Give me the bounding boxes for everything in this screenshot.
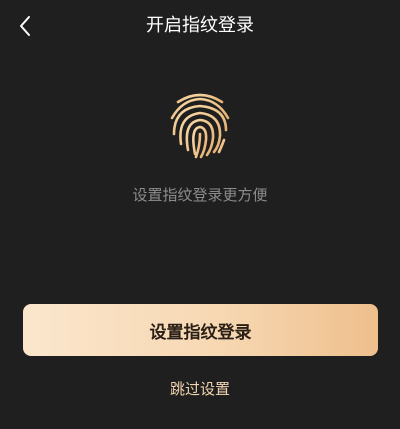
set-fingerprint-login-button[interactable]: 设置指纹登录 [23, 304, 378, 356]
fingerprint-icon [170, 93, 230, 159]
skip-setup-link[interactable]: 跳过设置 [0, 377, 400, 401]
subtitle: 设置指纹登录更方便 [132, 186, 268, 204]
header: 开启指纹登录 [0, 0, 400, 52]
page-title: 开启指纹登录 [146, 15, 254, 36]
back-button[interactable] [10, 10, 42, 42]
chevron-left-icon [20, 16, 30, 36]
fingerprint-login-screen: 开启指纹登录 设置指纹登录更方便 设置指纹登录 跳过设置 [0, 0, 400, 429]
